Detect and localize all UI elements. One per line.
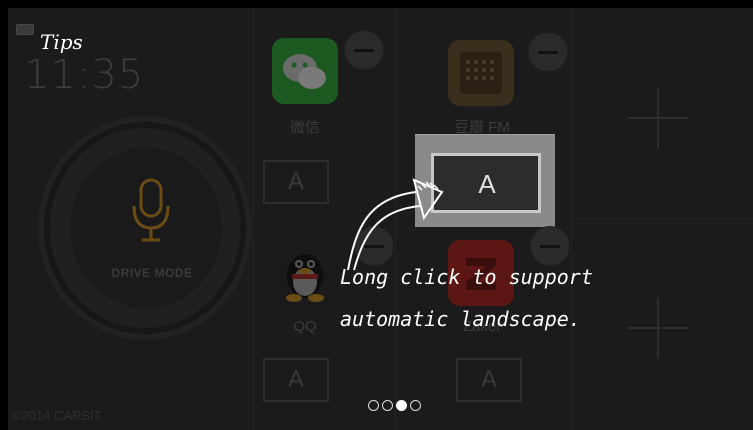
page-dot-active[interactable]	[396, 400, 407, 411]
page-dot[interactable]	[382, 400, 393, 411]
douban-fm-icon[interactable]	[448, 40, 514, 106]
landscape-tile[interactable]: A	[263, 358, 329, 402]
page-dot[interactable]	[410, 400, 421, 411]
tile-letter: A	[478, 169, 496, 199]
launcher-screen: 11:35 DRIVE MODE 微信 豆瓣 FM A A QQ Zaker A…	[8, 8, 753, 430]
page-dot[interactable]	[368, 400, 379, 411]
grid-divider	[571, 8, 572, 430]
tips-title: Tips	[40, 30, 83, 54]
copyright-text: ©2014 CARBIT	[12, 408, 102, 423]
tips-message: Long click to support automatic landscap…	[340, 256, 593, 340]
landscape-tile[interactable]: A	[456, 358, 522, 402]
remove-app-button[interactable]	[528, 32, 568, 72]
remove-app-button[interactable]	[344, 30, 384, 70]
tips-message-line: Long click to support	[340, 265, 593, 289]
qq-penguin-icon[interactable]	[272, 240, 338, 306]
drive-mode-label: DRIVE MODE	[111, 266, 193, 280]
tips-message-line: automatic landscape.	[340, 307, 581, 331]
battery-icon	[16, 24, 34, 35]
app-label: 微信	[289, 119, 320, 136]
microphone-icon	[132, 178, 170, 242]
page-indicator	[368, 400, 421, 411]
clock: 11:35	[24, 52, 145, 98]
wechat-icon[interactable]	[272, 38, 338, 104]
landscape-tile[interactable]: A	[263, 160, 329, 204]
add-app-button[interactable]	[628, 88, 688, 148]
grid-divider	[253, 8, 254, 430]
grid-divider	[571, 218, 753, 219]
add-app-button[interactable]	[628, 298, 688, 358]
